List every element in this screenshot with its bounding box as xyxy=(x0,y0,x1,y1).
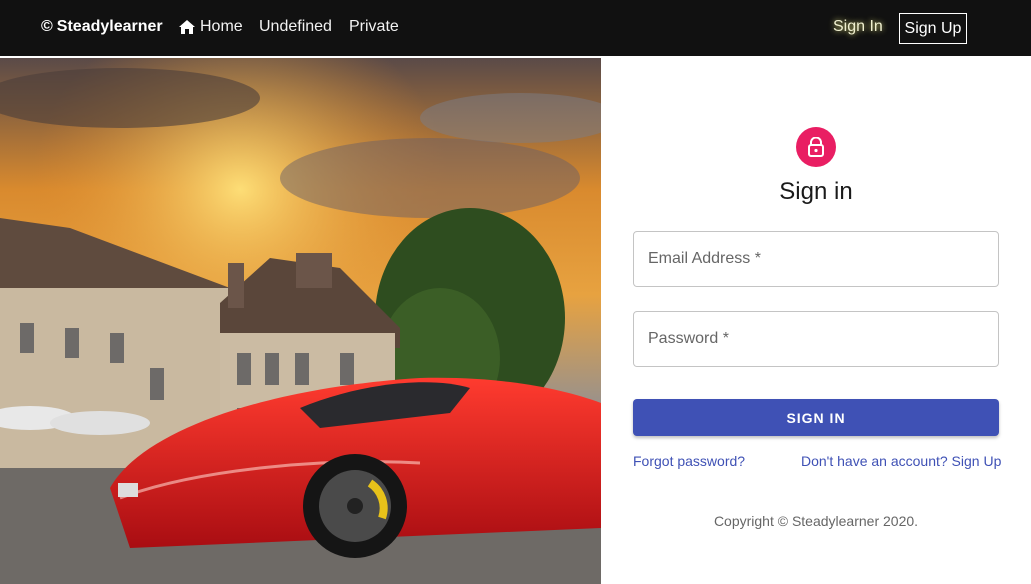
copyright-text: Copyright © Steadylearner 2020. xyxy=(713,513,919,529)
sign-up-link[interactable]: Don't have an account? Sign Up xyxy=(801,453,1001,469)
nav-sign-in-link[interactable]: Sign In xyxy=(833,18,883,36)
lock-avatar xyxy=(796,127,836,167)
password-field[interactable]: Password * xyxy=(633,311,999,367)
nav-undefined-link[interactable]: Undefined xyxy=(259,18,332,36)
hero-car-illustration xyxy=(0,58,601,584)
password-placeholder: Password * xyxy=(648,330,729,347)
brand-name: Steadylearner xyxy=(56,18,163,35)
forgot-password-link[interactable]: Forgot password? xyxy=(633,453,745,469)
nav-home-link[interactable]: Home xyxy=(178,18,243,36)
nav-home-label: Home xyxy=(200,18,243,35)
sign-in-title: Sign in xyxy=(779,178,853,205)
nav-sign-up-button[interactable]: Sign Up xyxy=(899,13,967,44)
brand-copyright-symbol: © xyxy=(41,18,53,35)
hero-image xyxy=(0,58,601,584)
home-icon xyxy=(179,20,195,34)
email-field[interactable]: Email Address * xyxy=(633,231,999,287)
top-navbar: © Steadylearner Home Undefined Private Si… xyxy=(0,0,1031,56)
sign-in-submit-button[interactable]: SIGN IN xyxy=(633,399,999,436)
email-placeholder: Email Address * xyxy=(648,250,761,267)
brand-link[interactable]: © Steadylearner xyxy=(41,18,163,36)
lock-icon xyxy=(808,137,824,157)
nav-private-link[interactable]: Private xyxy=(349,18,399,36)
